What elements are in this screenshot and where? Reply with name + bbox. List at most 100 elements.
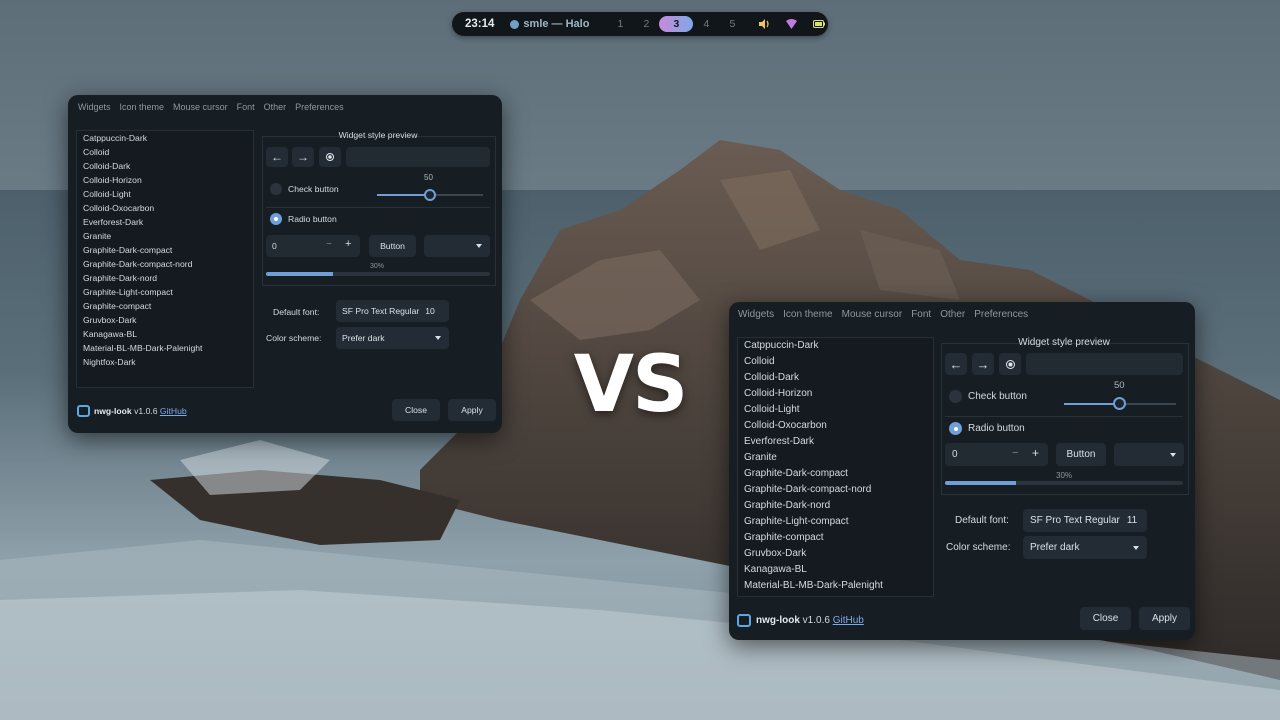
nwg-look-logo-icon [737,614,751,627]
tab-preferences[interactable]: Preferences [295,102,344,112]
list-item[interactable]: Graphite-Light-compact [738,514,933,530]
list-item[interactable]: Material-BL-MB-Dark-Palenight [738,578,933,594]
chevron-down-icon [1133,545,1139,550]
color-scheme-dropdown[interactable]: Prefer dark [336,327,449,349]
list-item[interactable]: Kanagawa-BL [738,562,933,578]
tab-mouse-cursor[interactable]: Mouse cursor [173,102,228,112]
color-scheme-value: Prefer dark [1030,542,1080,553]
list-item[interactable]: Nightfox-Dark [77,355,253,369]
tab-icon-theme[interactable]: Icon theme [783,309,832,320]
record-button[interactable] [999,353,1021,375]
list-item[interactable]: Graphite-Dark-nord [77,271,253,285]
list-item[interactable]: Granite [738,450,933,466]
list-item[interactable]: Colloid-Dark [77,159,253,173]
tab-mouse-cursor[interactable]: Mouse cursor [842,309,903,320]
spin-plus-button[interactable]: + [1032,446,1039,460]
spin-minus-button[interactable]: − [326,239,332,250]
font-chooser-button[interactable]: SF Pro Text Regular 11 [1023,509,1147,532]
clock[interactable]: 23:14 [465,18,494,30]
font-name: SF Pro Text Regular [1030,515,1120,526]
workspace-3-active[interactable]: 3 [659,16,694,32]
theme-list[interactable]: Catppuccin-Dark Colloid Colloid-Dark Col… [737,337,934,597]
list-item[interactable]: Catppuccin-Dark [77,131,253,145]
color-scheme-label: Color scheme: [946,542,1011,553]
list-item[interactable]: Catppuccin-Dark [738,338,933,354]
workspace-2[interactable]: 2 [633,16,659,32]
list-item[interactable]: Gruvbox-Dark [77,313,253,327]
preview-dropdown[interactable] [424,235,490,257]
apply-button[interactable]: Apply [1139,607,1190,630]
spin-minus-button[interactable]: − [1012,447,1018,459]
default-font-label: Default font: [273,307,320,317]
check-button-indicator[interactable] [949,390,962,403]
app-footer: nwg-look v1.0.6 GitHub [756,615,864,626]
list-item[interactable]: Colloid-Light [738,402,933,418]
text-entry[interactable] [1026,353,1183,375]
slider-fill [377,194,430,196]
tab-other[interactable]: Other [264,102,287,112]
list-item[interactable]: Graphite-compact [738,530,933,546]
tab-other[interactable]: Other [940,309,965,320]
list-item[interactable]: Everforest-Dark [77,215,253,229]
list-item[interactable]: Colloid-Oxocarbon [77,201,253,215]
tab-font[interactable]: Font [237,102,255,112]
list-item[interactable]: Colloid-Horizon [738,386,933,402]
list-item[interactable]: Graphite-Dark-compact-nord [738,482,933,498]
tab-font[interactable]: Font [911,309,931,320]
preview-button[interactable]: Button [1056,443,1106,466]
list-item[interactable]: Granite [77,229,253,243]
list-item[interactable]: Graphite-Light-compact [77,285,253,299]
workspace-1[interactable]: 1 [607,16,633,32]
list-item[interactable]: Graphite-Dark-nord [738,498,933,514]
list-item[interactable]: Graphite-compact [77,299,253,313]
list-item[interactable]: Gruvbox-Dark [738,546,933,562]
github-link[interactable]: GitHub [160,406,187,416]
slider-handle[interactable] [1113,397,1126,410]
radio-button-indicator[interactable] [949,422,962,435]
list-item[interactable]: Everforest-Dark [738,434,933,450]
list-item[interactable]: Kanagawa-BL [77,327,253,341]
github-link[interactable]: GitHub [833,615,864,626]
list-item[interactable]: Colloid-Light [77,187,253,201]
list-item[interactable]: Graphite-Dark-compact [77,243,253,257]
list-item[interactable]: Material-BL-MB-Dark-Palenight [77,341,253,355]
battery-icon[interactable] [813,20,826,28]
tab-widgets[interactable]: Widgets [78,102,111,112]
back-button[interactable]: ← [945,353,967,375]
radio-button-label: Radio button [288,214,337,224]
preview-dropdown[interactable] [1114,443,1184,466]
spin-plus-button[interactable]: + [345,238,351,250]
tab-preferences[interactable]: Preferences [974,309,1028,320]
volume-icon[interactable] [759,19,770,29]
wifi-icon[interactable] [786,19,798,29]
font-chooser-button[interactable]: SF Pro Text Regular 10 [336,300,449,322]
color-scheme-dropdown[interactable]: Prefer dark [1023,536,1147,559]
back-button[interactable]: ← [266,147,288,167]
list-item[interactable]: Graphite-Dark-compact [738,466,933,482]
check-button-indicator[interactable] [270,183,282,195]
list-item[interactable]: Colloid-Oxocarbon [738,418,933,434]
forward-button[interactable]: → [972,353,994,375]
preview-button[interactable]: Button [369,235,416,257]
list-item[interactable]: Colloid-Dark [738,370,933,386]
text-entry[interactable] [346,147,490,167]
list-item[interactable]: Colloid-Horizon [77,173,253,187]
close-button[interactable]: Close [392,399,440,421]
apply-button[interactable]: Apply [448,399,496,421]
list-item[interactable]: Graphite-Dark-compact-nord [77,257,253,271]
theme-list[interactable]: Catppuccin-Dark Colloid Colloid-Dark Col… [76,130,254,388]
workspace-4[interactable]: 4 [693,16,719,32]
close-button[interactable]: Close [1080,607,1131,630]
list-item[interactable]: Colloid [77,145,253,159]
forward-button[interactable]: → [292,147,314,167]
nwg-look-window-old: Widgets Icon theme Mouse cursor Font Oth… [68,95,502,433]
radio-button-indicator[interactable] [270,213,282,225]
record-button[interactable] [319,147,341,167]
app-version: v1.0.6 [802,615,830,626]
active-window-label: smle — Halo [523,18,590,30]
list-item[interactable]: Colloid [738,354,933,370]
tab-icon-theme[interactable]: Icon theme [120,102,165,112]
tab-widgets[interactable]: Widgets [738,309,774,320]
workspace-5[interactable]: 5 [719,16,745,32]
slider-handle[interactable] [424,189,436,201]
